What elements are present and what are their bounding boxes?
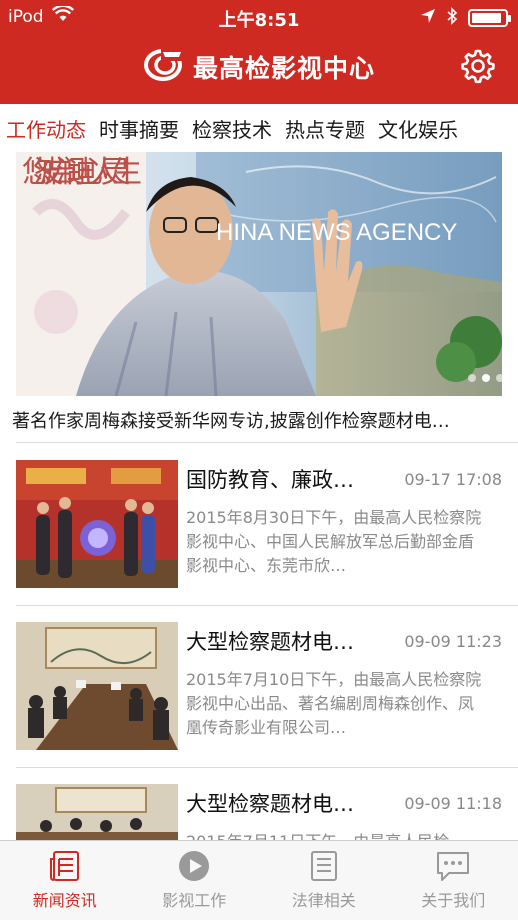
- news-title: 大型检察题材电…: [186, 792, 354, 816]
- gear-icon: [460, 49, 496, 88]
- tab-procuratorial-tech[interactable]: 检察技术: [192, 114, 272, 143]
- hero-background-text: HINA NEWS AGENCY: [216, 219, 457, 246]
- tabbar-label: 关于我们: [421, 891, 486, 910]
- news-summary: 2015年8月30日下午，由最高人民检察院影视中心、中国人民解放军总后勤部金盾影…: [186, 508, 482, 575]
- category-tabs: 工作动态 时事摘要 检察技术 热点专题 文化娱乐: [0, 104, 518, 152]
- tabbar-label: 法律相关: [291, 891, 356, 910]
- page-title: 最高检影视中心: [192, 54, 375, 83]
- news-title: 大型检察题材电…: [186, 630, 354, 654]
- news-thumbnail: [16, 460, 178, 588]
- cinema-logo-icon: [143, 48, 183, 86]
- tabbar-item-about[interactable]: 关于我们: [389, 841, 518, 920]
- tabbar-label: 影视工作: [162, 891, 227, 910]
- news-date: 09-09 11:23: [404, 632, 502, 651]
- tab-culture-entertainment[interactable]: 文化娱乐: [378, 114, 458, 143]
- tabbar-item-video[interactable]: 影视工作: [130, 841, 260, 920]
- news-date: 09-17 17:08: [404, 470, 502, 489]
- bluetooth-icon: [446, 7, 458, 29]
- news-list-item[interactable]: 大型检察题材电… 09-09 11:23 2015年7月10日下午，由最高人民检…: [0, 622, 518, 762]
- pager-dot-active: [482, 374, 490, 382]
- pager-dot: [468, 374, 476, 382]
- status-bar: iPod 上午8:51: [0, 0, 518, 34]
- bottom-tab-bar: 新闻资讯 影视工作 法律相关 关于我们: [0, 840, 518, 920]
- tab-current-affairs[interactable]: 时事摘要: [99, 114, 179, 143]
- hero-image: HINA NEWS AGENCY 悠 波 启 润 迪 心 人 灵 生: [16, 152, 502, 396]
- divider: [16, 767, 518, 768]
- nav-bar: 最高检影视中心: [0, 34, 518, 104]
- tabbar-label: 新闻资讯: [32, 891, 97, 910]
- app-header: iPod 上午8:51 最高检影视中心: [0, 0, 518, 104]
- battery-level: [472, 13, 501, 23]
- divider: [16, 605, 518, 606]
- nav-title-group: 最高检影视中心: [0, 48, 518, 86]
- settings-button[interactable]: [460, 48, 496, 84]
- news-date: 09-09 11:18: [404, 794, 502, 813]
- hero-caption[interactable]: 著名作家周梅森接受新华网专访,披露创作检察题材电…: [12, 407, 512, 433]
- tab-work-news[interactable]: 工作动态: [6, 114, 86, 143]
- battery-icon: [468, 9, 511, 27]
- status-right: [420, 7, 511, 29]
- divider: [16, 442, 518, 443]
- tabbar-item-news[interactable]: 新闻资讯: [0, 841, 130, 920]
- hero-calligraphy: 悠 波 启 润 迪 心 人 灵 生: [22, 155, 142, 190]
- location-arrow-icon: [420, 8, 436, 28]
- tabbar-item-law[interactable]: 法律相关: [259, 841, 389, 920]
- hero-banner[interactable]: HINA NEWS AGENCY 悠 波 启 润 迪 心 人 灵 生: [16, 152, 502, 396]
- news-summary: 2015年7月10日下午，由最高人民检察院影视中心出品、著名编剧周梅森创作、凤凰…: [186, 670, 482, 737]
- news-title: 国防教育、廉政…: [186, 468, 354, 492]
- tab-hot-topics[interactable]: 热点专题: [285, 114, 365, 143]
- news-thumbnail: [16, 622, 178, 750]
- news-list-item[interactable]: 国防教育、廉政… 09-17 17:08 2015年8月30日下午，由最高人民检…: [0, 460, 518, 600]
